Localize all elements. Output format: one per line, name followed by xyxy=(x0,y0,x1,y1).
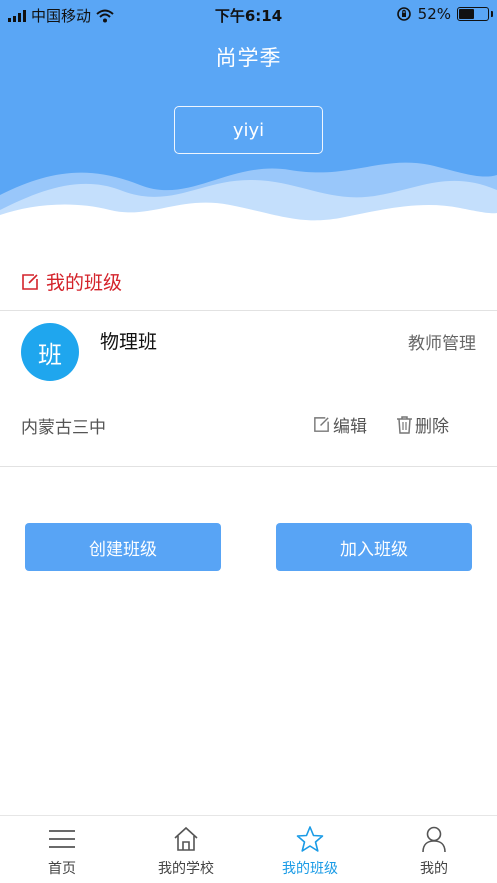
status-right: 52% xyxy=(396,5,493,23)
edit-icon xyxy=(22,273,38,290)
class-role: 教师管理 xyxy=(408,334,476,354)
section-title: 我的班级 xyxy=(20,268,122,295)
trash-icon xyxy=(397,416,412,434)
edit-label: 编辑 xyxy=(333,417,367,437)
class-card[interactable]: 班 物理班 教师管理 内蒙古三中 编辑 删除 xyxy=(0,311,497,466)
class-avatar: 班 xyxy=(21,323,79,381)
edit-button[interactable]: 编辑 xyxy=(312,412,367,437)
delete-button[interactable]: 删除 xyxy=(396,412,449,437)
home-icon xyxy=(174,826,198,851)
join-class-button[interactable]: 加入班级 xyxy=(276,523,472,571)
orientation-lock-icon xyxy=(396,7,411,21)
wave-decoration xyxy=(0,162,497,232)
school-name: 内蒙古三中 xyxy=(21,418,106,438)
battery-icon xyxy=(457,7,493,21)
tab-my-school[interactable]: 我的学校 xyxy=(124,824,248,878)
star-icon xyxy=(296,826,324,852)
tab-home[interactable]: 首页 xyxy=(0,824,124,878)
class-name: 物理班 xyxy=(100,331,158,353)
section-title-label: 我的班级 xyxy=(46,272,123,294)
username-box[interactable]: yiyi xyxy=(174,106,323,154)
battery-percent: 52% xyxy=(417,5,451,23)
divider xyxy=(0,466,497,467)
tab-bar: 首页 我的学校 我的班级 我的 xyxy=(0,815,497,883)
tab-me-label: 我的 xyxy=(420,861,448,877)
menu-icon xyxy=(49,830,75,848)
tab-home-label: 首页 xyxy=(48,861,76,877)
tab-my-class[interactable]: 我的班级 xyxy=(248,824,372,878)
edit-icon xyxy=(314,417,329,432)
header: 中国移动 下午6:14 52% 尚学季 yiyi xyxy=(0,0,497,232)
tab-my-school-label: 我的学校 xyxy=(158,861,214,877)
delete-label: 删除 xyxy=(415,417,449,437)
tab-me[interactable]: 我的 xyxy=(372,824,496,878)
tab-my-class-label: 我的班级 xyxy=(282,861,338,877)
status-bar: 中国移动 下午6:14 52% xyxy=(0,0,497,28)
app-title: 尚学季 xyxy=(215,46,282,70)
user-icon xyxy=(422,826,446,853)
create-class-button[interactable]: 创建班级 xyxy=(25,523,221,571)
